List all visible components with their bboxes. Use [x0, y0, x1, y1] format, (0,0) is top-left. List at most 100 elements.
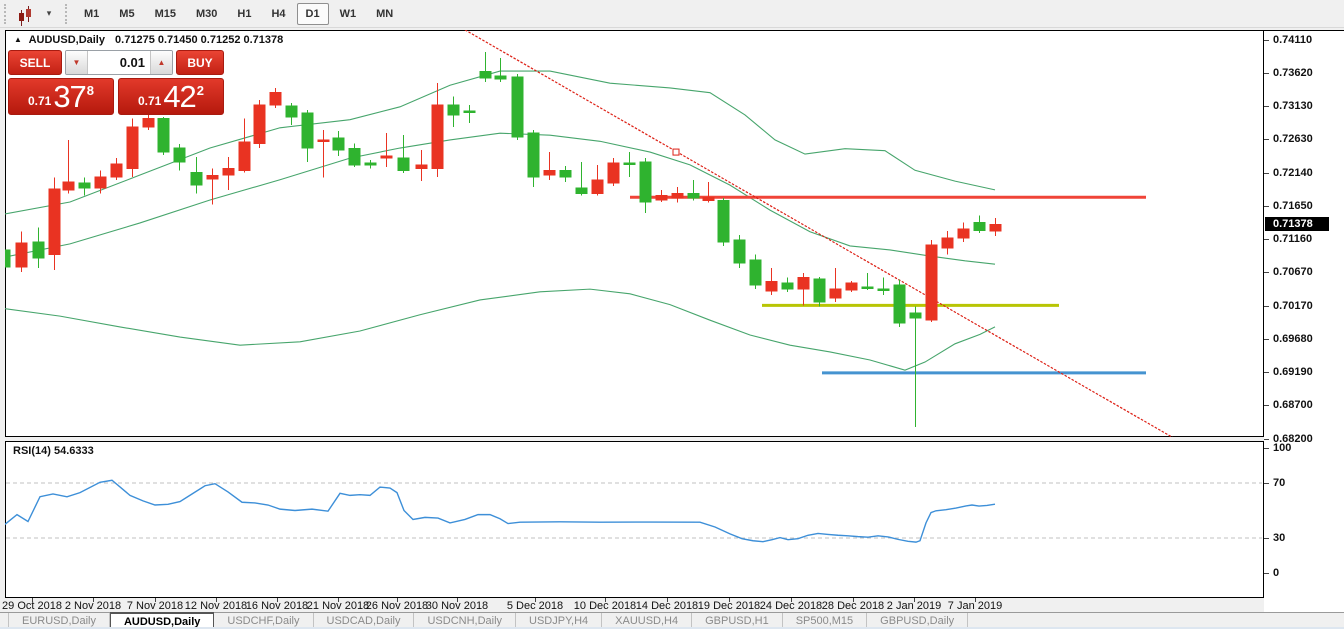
candle — [576, 188, 587, 193]
sell-price-pip: 8 — [87, 83, 94, 98]
candle — [878, 289, 889, 291]
chart-symbol-label: AUDUSD,Daily — [29, 34, 105, 46]
date-axis-label: 28 Dec 2018 — [808, 600, 898, 612]
candle — [333, 138, 344, 150]
date-axis-tick — [729, 598, 730, 602]
candle — [158, 118, 169, 152]
candlestick-chart-icon[interactable] — [13, 3, 37, 25]
one-click-trading-panel: SELL ▼ ▲ BUY 0.71 37 8 0.71 42 2 — [8, 50, 224, 115]
date-axis-tick — [457, 598, 458, 602]
timeframe-toolbar: ▾ M1M5M15M30H1H4D1W1MN — [0, 0, 1344, 28]
candle — [734, 240, 745, 263]
date-axis-tick — [853, 598, 854, 602]
lot-decrease-button[interactable]: ▼ — [66, 51, 88, 74]
candle — [349, 149, 360, 165]
candle — [495, 76, 506, 79]
descending-trendline — [465, 30, 1173, 437]
rsi-chart-canvas[interactable] — [5, 441, 1264, 598]
candle — [270, 93, 281, 105]
lot-size-input[interactable] — [88, 51, 150, 74]
date-axis-tick — [535, 598, 536, 602]
toolbar-grip[interactable] — [4, 4, 9, 24]
date-axis-tick — [397, 598, 398, 602]
candle — [127, 127, 138, 168]
date-axis-tick — [914, 598, 915, 602]
candle — [63, 182, 74, 190]
candle — [365, 163, 376, 165]
candle — [16, 243, 27, 267]
candle — [942, 238, 953, 248]
timeframe-button-d1[interactable]: D1 — [297, 3, 329, 25]
buy-price-pip: 2 — [197, 83, 204, 98]
candle — [672, 193, 683, 198]
candle — [448, 105, 459, 115]
candle — [608, 163, 619, 183]
date-axis-tick — [667, 598, 668, 602]
date-axis-label: 2 Nov 2018 — [48, 600, 138, 612]
sell-price-tile[interactable]: 0.71 37 8 — [8, 78, 114, 115]
date-axis-tick — [277, 598, 278, 602]
date-axis-label: 24 Dec 2018 — [746, 600, 836, 612]
date-axis-label: 7 Jan 2019 — [930, 600, 1020, 612]
date-axis-label: 5 Dec 2018 — [490, 600, 580, 612]
sell-button[interactable]: SELL — [8, 50, 62, 75]
sell-price-prefix: 0.71 — [28, 94, 51, 108]
candle — [207, 176, 218, 179]
candle — [286, 106, 297, 117]
toolbar-grip-2[interactable] — [65, 4, 70, 24]
candle — [49, 189, 60, 254]
candle — [958, 229, 969, 238]
candle — [191, 172, 202, 185]
buy-price-big: 42 — [163, 82, 195, 112]
lot-increase-button[interactable]: ▲ — [150, 51, 172, 74]
candle — [33, 242, 44, 258]
candle — [398, 158, 409, 170]
date-axis-label: 14 Dec 2018 — [622, 600, 712, 612]
date-axis-tick — [605, 598, 606, 602]
candle — [512, 77, 523, 137]
timeframe-button-w1[interactable]: W1 — [331, 3, 366, 25]
date-axis-label: 2 Jan 2019 — [869, 600, 959, 612]
candle — [894, 285, 905, 323]
candle — [798, 278, 809, 289]
date-axis-label: 10 Dec 2018 — [560, 600, 650, 612]
date-axis-tick — [32, 598, 33, 602]
candle — [782, 283, 793, 289]
candle — [862, 287, 873, 289]
timeframe-button-m15[interactable]: M15 — [146, 3, 185, 25]
date-axis-tick — [338, 598, 339, 602]
timeframe-button-mn[interactable]: MN — [367, 3, 402, 25]
candle — [926, 245, 937, 320]
candlestick-chart-icon-glyph — [16, 7, 34, 21]
chart-header: ▲ AUDUSD,Daily 0.71275 0.71450 0.71252 0… — [14, 34, 283, 46]
sell-price-big: 37 — [53, 82, 85, 112]
rsi-indicator-label: RSI(14) 54.6333 — [13, 445, 94, 457]
chart-ohlc-values: 0.71275 0.71450 0.71252 0.71378 — [115, 34, 283, 46]
buy-price-tile[interactable]: 0.71 42 2 — [118, 78, 224, 115]
date-axis-tick — [155, 598, 156, 602]
timeframe-button-m30[interactable]: M30 — [187, 3, 226, 25]
date-axis-tick — [791, 598, 792, 602]
panel-toggle-icon[interactable]: ▲ — [14, 35, 22, 44]
date-axis-label: 7 Nov 2018 — [110, 600, 200, 612]
candle — [79, 183, 90, 188]
date-axis-label: 12 Nov 2018 — [171, 600, 261, 612]
timeframe-button-h4[interactable]: H4 — [262, 3, 294, 25]
chart-type-dropdown-button[interactable]: ▾ — [37, 3, 61, 25]
date-axis-tick — [93, 598, 94, 602]
timeframe-button-h1[interactable]: H1 — [228, 3, 260, 25]
date-axis-label: 30 Nov 2018 — [412, 600, 502, 612]
candle — [814, 279, 825, 302]
timeframe-button-m5[interactable]: M5 — [110, 3, 143, 25]
price-axis-panel[interactable] — [1264, 30, 1344, 612]
candle — [990, 224, 1001, 231]
candle — [656, 195, 667, 200]
date-axis-tick — [216, 598, 217, 602]
candle — [95, 177, 106, 188]
trendline-marker — [673, 149, 679, 155]
buy-button[interactable]: BUY — [176, 50, 224, 75]
candle — [143, 118, 154, 127]
candle — [830, 289, 841, 298]
candle — [5, 250, 10, 267]
timeframe-button-m1[interactable]: M1 — [75, 3, 108, 25]
